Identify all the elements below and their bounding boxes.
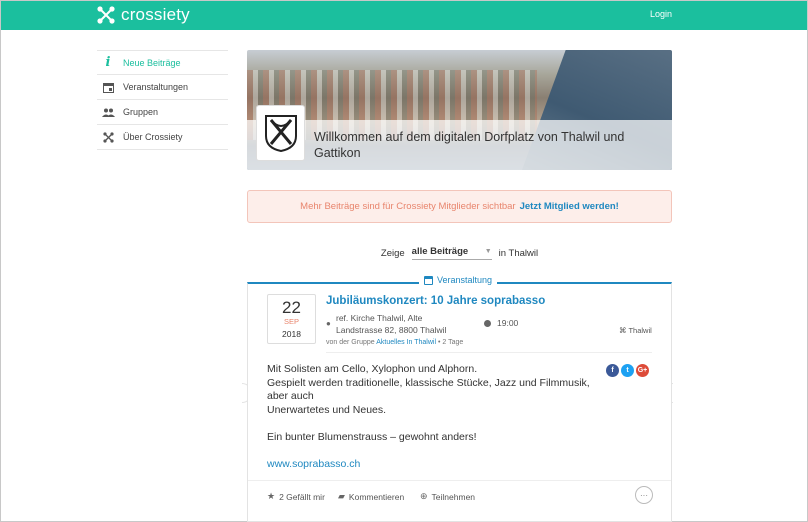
event-title[interactable]: Jubiläumskonzert: 10 Jahre soprabasso [326,295,545,307]
login-link[interactable]: Login [650,9,672,19]
group-link[interactable]: Aktuelles In Thalwil [376,339,436,346]
location-line2: Landstrasse 82, 8800 Thalwil [336,325,447,335]
comment-button[interactable]: ▰ Kommentieren [338,491,404,502]
body-line: Ein bunter Blumenstrauss – gewohnt ander… [267,430,477,443]
people-icon [100,106,116,118]
share-buttons: f t G+ [604,364,649,377]
event-group-info: von der Gruppe Aktuelles In Thalwil • 2 … [326,339,463,346]
post-card: Veranstaltung 22 SEP 2018 Jubiläumskonze… [247,275,672,522]
event-time: 19:00 [484,318,518,328]
comment-icon: ▰ [338,491,345,501]
facebook-icon[interactable]: f [606,364,619,377]
post-url-link[interactable]: www.soprabasso.ch [267,458,360,470]
filter-suffix: in Thalwil [498,247,539,259]
filter-select[interactable]: alle Beiträge ▼ [411,246,492,260]
plus-circle-icon: ⊕ [420,491,428,501]
sidebar-item-label: Über Crossiety [123,132,183,142]
crossiety-icon [100,131,116,143]
event-place: ⌘ Thalwil [619,326,652,335]
event-location: ● ref. Kirche Thalwil, Alte Landstrasse … [326,312,446,336]
star-icon: ★ [267,491,276,501]
logo[interactable]: crossiety [97,5,190,25]
sidebar-item-label: Neue Beiträge [123,57,181,68]
calendar-icon [100,81,116,93]
more-options-button[interactable]: ··· [635,486,653,504]
clock-icon [484,319,491,327]
coat-of-arms-icon [256,105,305,161]
event-time-text: 19:00 [497,318,519,328]
sidebar-item-neue-beitraege[interactable]: i Neue Beiträge [97,50,228,75]
hero-title: Willkommen auf dem digitalen Dorfplatz v… [314,130,625,160]
sidebar-item-veranstaltungen[interactable]: Veranstaltungen [97,75,228,100]
event-year: 2018 [282,329,301,339]
group-prefix: von der Gruppe [326,339,375,346]
google-plus-icon[interactable]: G+ [636,364,649,377]
join-link[interactable]: Jetzt Mitglied werden! [520,201,619,212]
post-age: • 2 Tage [437,339,464,346]
location-line1: ref. Kirche Thalwil, Alte [336,313,423,323]
body-line: Mit Solisten am Cello, Xylophon und Alph… [267,363,478,375]
post-filter: Zeige alle Beiträge ▼ in Thalwil [247,246,672,260]
post-type-text: Veranstaltung [437,275,493,285]
hero-banner: Willkommen auf dem digitalen Dorfplatz v… [247,50,672,170]
body-line: Unerwartetes und Neues. [267,403,387,416]
sidebar-item-gruppen[interactable]: Gruppen [97,100,228,125]
notice-text: Mehr Beiträge sind für Crossiety Mitglie… [300,201,516,212]
event-month: SEP [283,317,299,326]
body-line: aber auch [267,390,314,402]
info-icon: i [105,55,111,70]
filter-prefix: Zeige [380,247,405,259]
filter-selected-value: alle Beiträge [411,246,469,257]
comment-label: Kommentieren [348,491,405,502]
crossiety-logo-icon [97,6,115,24]
post-actions: ★ 2 Gefällt mir ▰ Kommentieren ⊕ Teilneh… [248,480,671,510]
divider [326,352,652,353]
post-body: Mit Solisten am Cello, Xylophon und Alph… [267,363,597,485]
chevron-down-icon: ▼ [484,248,492,255]
sidebar-nav: i Neue Beiträge Veranstaltungen Gruppen … [97,50,228,150]
brand-name: crossiety [121,5,190,24]
like-button[interactable]: ★ 2 Gefällt mir [267,491,325,502]
calendar-icon [424,275,433,285]
join-button[interactable]: ⊕ Teilnehmen [420,491,475,502]
join-label: Teilnehmen [431,491,476,502]
location-pin-icon: ● [326,319,331,328]
sidebar-item-label: Gruppen [123,107,159,117]
event-day: 22 [282,298,301,317]
twitter-icon[interactable]: t [621,364,634,377]
event-date: 22 SEP 2018 [267,294,316,344]
post-type-label: Veranstaltung [419,275,498,285]
body-line: Gespielt werden traditionelle, klassisch… [267,376,590,389]
membership-notice: Mehr Beiträge sind für Crossiety Mitglie… [247,190,672,223]
sidebar-item-ueber-crossiety[interactable]: Über Crossiety [97,125,228,150]
sidebar-item-label: Veranstaltungen [123,82,189,92]
crossiety-small-icon: ⌘ [619,326,627,335]
event-place-text: Thalwil [628,326,652,335]
like-label: 2 Gefällt mir [279,491,325,502]
